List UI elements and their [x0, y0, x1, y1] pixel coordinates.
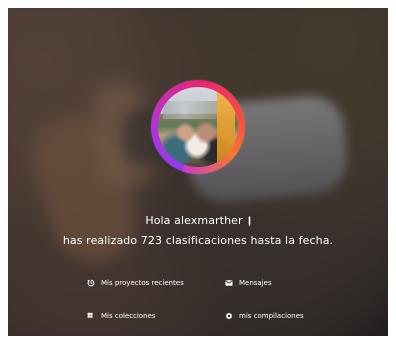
- avatar[interactable]: [158, 87, 238, 167]
- history-icon: [87, 279, 95, 287]
- recent-projects-label: Mis proyectos recientes: [101, 279, 184, 287]
- avatar-ring: [151, 80, 245, 174]
- greeting-text: Hola alexmarther: [145, 214, 243, 227]
- classification-summary: has realizado 723 clasificaciones hasta …: [62, 234, 334, 247]
- collections-label: Mis colecciones: [101, 312, 156, 320]
- gear-icon: [225, 312, 233, 320]
- builds-link[interactable]: mis compilaciones: [225, 311, 304, 321]
- greeting-row: Hola alexmarther: [145, 214, 250, 228]
- mail-icon: [225, 279, 233, 287]
- profile-hero: Hola alexmarther has realizado 723 clasi…: [8, 8, 388, 336]
- collections-link[interactable]: Mis colecciones: [87, 311, 156, 321]
- messages-link[interactable]: Mensajes: [225, 278, 272, 288]
- avatar-photo: [158, 87, 238, 167]
- recent-projects-link[interactable]: Mis proyectos recientes: [87, 278, 184, 288]
- pencil-icon[interactable]: [248, 216, 251, 227]
- profile-greeting: Hola alexmarther: [8, 214, 388, 228]
- messages-label: Mensajes: [239, 279, 272, 287]
- profile-content: Hola alexmarther has realizado 723 clasi…: [8, 8, 388, 336]
- grid-icon: [87, 312, 95, 320]
- builds-label: mis compilaciones: [239, 312, 304, 320]
